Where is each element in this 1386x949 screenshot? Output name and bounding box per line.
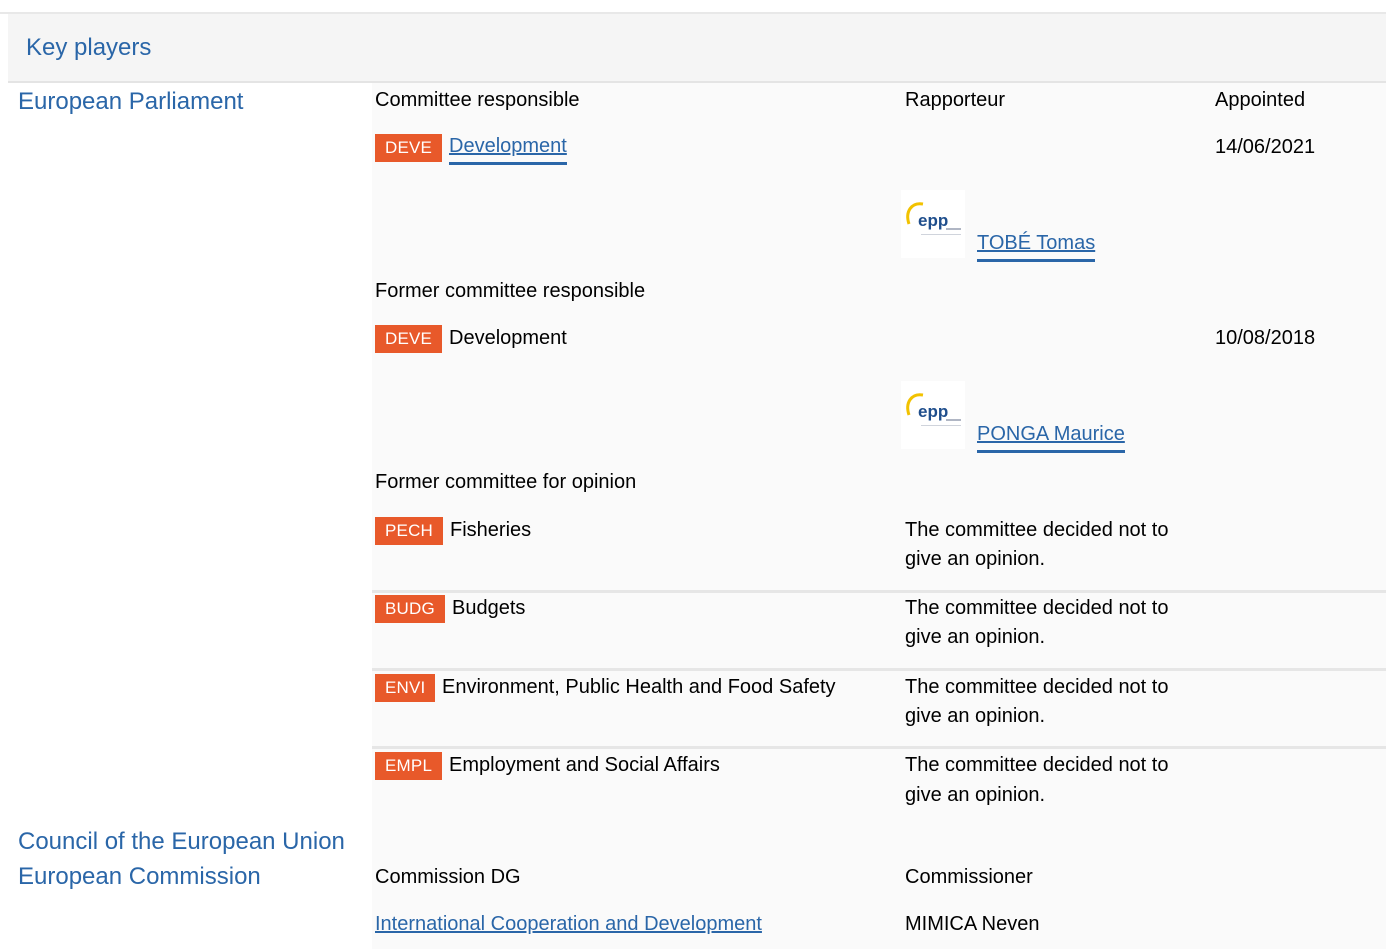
institution-european-parliament[interactable]: European Parliament — [18, 88, 243, 116]
committee-name: Environment, Public Health and Food Safe… — [442, 676, 836, 698]
opinion-note: give an opinion. — [905, 705, 1046, 727]
header-appointed: Appointed — [1215, 89, 1306, 111]
committee-code-badge: DEVE — [375, 134, 443, 162]
row-divider — [372, 668, 1386, 671]
panel-title: Key players — [26, 34, 152, 61]
opinion-note: The committee decided not to — [905, 676, 1169, 698]
institution-council[interactable]: Council of the European Union — [18, 828, 345, 856]
committee-name: Fisheries — [450, 519, 532, 541]
header-committee-responsible: Committee responsible — [375, 89, 580, 111]
svg-text:epp: epp — [918, 211, 948, 230]
committee-name: Employment and Social Affairs — [449, 754, 720, 776]
rapporteur-ponga-link[interactable]: PONGA Maurice — [977, 420, 1125, 453]
header-former-committee-opinion: Former committee for opinion — [375, 471, 637, 493]
header-commissioner: Commissioner — [905, 866, 1033, 888]
opinion-note: The committee decided not to — [905, 754, 1169, 776]
committee-name: Budgets — [452, 597, 526, 619]
header-commission-dg: Commission DG — [375, 866, 521, 888]
opinion-note: The committee decided not to — [905, 597, 1169, 619]
header-former-committee-responsible: Former committee responsible — [375, 280, 646, 302]
committee-code-badge: EMPL — [375, 752, 443, 780]
appointed-date: 14/06/2021 — [1215, 136, 1316, 158]
svg-text:epp: epp — [918, 402, 948, 421]
opinion-note: The committee decided not to — [905, 519, 1169, 541]
opinion-note: give an opinion. — [905, 548, 1046, 570]
commission-dg-link[interactable]: International Cooperation and Developmen… — [375, 909, 762, 939]
header-rapporteur: Rapporteur — [905, 89, 1006, 111]
committee-code-badge: PECH — [375, 517, 444, 545]
committee-development-link[interactable]: Development — [449, 132, 567, 165]
committee-code-badge: ENVI — [375, 674, 436, 702]
epp-group-logo: epp — [901, 190, 965, 258]
appointed-date: 10/08/2018 — [1215, 327, 1316, 349]
committee-code-badge: BUDG — [375, 595, 445, 623]
opinion-note: give an opinion. — [905, 626, 1046, 648]
epp-group-logo: epp — [901, 381, 965, 449]
institution-european-commission[interactable]: European Commission — [18, 863, 261, 891]
rapporteur-tobe-link[interactable]: TOBÉ Tomas — [977, 229, 1096, 262]
row-divider — [372, 746, 1386, 749]
institution-column: European Parliament Council of the Europ… — [8, 83, 372, 949]
commissioner-name: MIMICA Neven — [905, 913, 1040, 935]
opinion-note: give an opinion. — [905, 784, 1046, 806]
committee-code-badge: DEVE — [375, 325, 443, 353]
committee-name: Development — [449, 327, 567, 349]
panel-header: Key players — [8, 14, 1386, 83]
